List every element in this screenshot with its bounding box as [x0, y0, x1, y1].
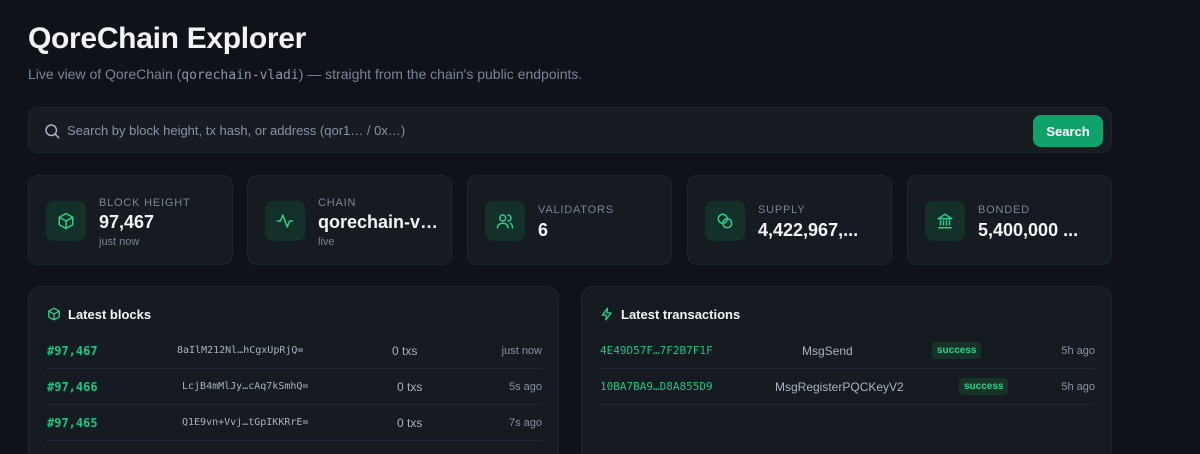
block-height-link[interactable]: #97,467 — [47, 333, 98, 369]
stat-value: 6 — [538, 220, 549, 240]
latest-transactions-panel: Latest transactions 4E49D57F…7F2B7F1F Ms… — [581, 286, 1112, 454]
tx-hash-link[interactable]: 4E49D57F…7F2B7F1F — [600, 333, 713, 369]
stat-label: Validators — [538, 204, 614, 216]
bank-icon — [937, 213, 953, 229]
users-icon — [496, 214, 514, 229]
stat-card-validators: Validators 6 — [467, 175, 672, 265]
chain-id: qorechain-vladi — [181, 68, 299, 83]
cube-icon — [58, 212, 74, 230]
tx-type: MsgSend — [802, 344, 853, 358]
stat-value: 5,400,000 ... — [978, 220, 1079, 240]
stat-sub: live — [318, 236, 335, 248]
tx-row[interactable]: 4E49D57F…7F2B7F1F MsgSend success 5h ago — [600, 333, 1095, 369]
block-height-link[interactable]: #97,466 — [47, 369, 98, 405]
block-txs: 0 txs — [397, 380, 423, 394]
block-hash: LcjB4mMlJy…cAq7kSmhQ= — [182, 381, 309, 392]
tx-time: 5h ago — [1061, 381, 1095, 393]
search-input[interactable] — [67, 108, 1047, 152]
stat-icon-box — [265, 201, 305, 241]
block-time: just now — [501, 345, 542, 357]
subtitle-suffix: ) — straight from the chain's public end… — [298, 66, 583, 82]
block-row[interactable]: #97,467 8aIlM212Nl…hCgxUpRjQ= 0 txs just… — [47, 333, 542, 369]
tx-type: MsgRegisterPQCKeyV2 — [775, 380, 904, 394]
stat-label: Bonded — [978, 204, 1030, 216]
latest-transactions-title: Latest transactions — [621, 307, 741, 322]
page-subtitle: Live view of QoreChain (qorechain-vladi)… — [28, 66, 582, 83]
block-hash: Q1E9vn+Vvj…tGpIKKRrE= — [182, 417, 309, 428]
stat-icon-box — [46, 201, 86, 241]
stat-card-supply: Supply 4,422,967,... — [687, 175, 892, 265]
stat-icon-box — [705, 201, 745, 241]
stat-card-chain: Chain qorechain-vladi live — [247, 175, 452, 265]
stat-card-bonded: Bonded 5,400,000 ... — [907, 175, 1112, 265]
activity-icon — [276, 214, 294, 228]
search-icon — [45, 124, 60, 139]
stat-icon-box — [925, 201, 965, 241]
status-badge: success — [932, 342, 982, 359]
block-height-link[interactable]: #97,465 — [47, 405, 98, 441]
cube-icon — [48, 307, 60, 321]
stat-label: Block height — [99, 197, 191, 209]
stat-card-block-height: Block height 97,467 just now — [28, 175, 233, 265]
coins-icon — [717, 213, 733, 229]
status-badge: success — [959, 378, 1009, 395]
stat-icon-box — [485, 201, 525, 241]
page-title: QoreChain Explorer — [28, 22, 307, 55]
latest-blocks-panel: Latest blocks #97,467 8aIlM212Nl…hCgxUpR… — [28, 286, 559, 454]
lightning-icon — [601, 307, 612, 321]
stat-label: Supply — [758, 204, 806, 216]
latest-blocks-title: Latest blocks — [68, 307, 152, 322]
block-txs: 0 txs — [397, 416, 423, 430]
tx-hash-link[interactable]: 10BA7BA9…D8A855D9 — [600, 369, 713, 405]
stat-sub: just now — [99, 236, 140, 248]
stat-value: 97,467 — [99, 212, 155, 232]
block-row[interactable]: #97,466 LcjB4mMlJy…cAq7kSmhQ= 0 txs 5s a… — [47, 369, 542, 405]
search-bar: Search — [28, 107, 1112, 153]
search-button[interactable]: Search — [1033, 115, 1103, 147]
block-row[interactable]: #97,465 Q1E9vn+Vvj…tGpIKKRrE= 0 txs 7s a… — [47, 405, 542, 441]
stats-row: Block height 97,467 just now Chain qorec… — [28, 175, 1112, 265]
block-time: 5s ago — [508, 381, 542, 393]
explorer-page: QoreChain Explorer Live view of QoreChai… — [0, 0, 1200, 454]
stat-label: Chain — [318, 197, 357, 209]
block-txs: 0 txs — [392, 344, 418, 358]
subtitle-prefix: Live view of QoreChain ( — [28, 66, 182, 82]
block-hash: 8aIlM212Nl…hCgxUpRjQ= — [177, 345, 304, 356]
stat-value: 4,422,967,... — [758, 220, 859, 240]
stat-value: qorechain-vladi — [318, 212, 443, 232]
tx-row[interactable]: 10BA7BA9…D8A855D9 MsgRegisterPQCKeyV2 su… — [600, 369, 1095, 405]
block-time: 7s ago — [508, 417, 542, 429]
tx-time: 5h ago — [1061, 345, 1095, 357]
